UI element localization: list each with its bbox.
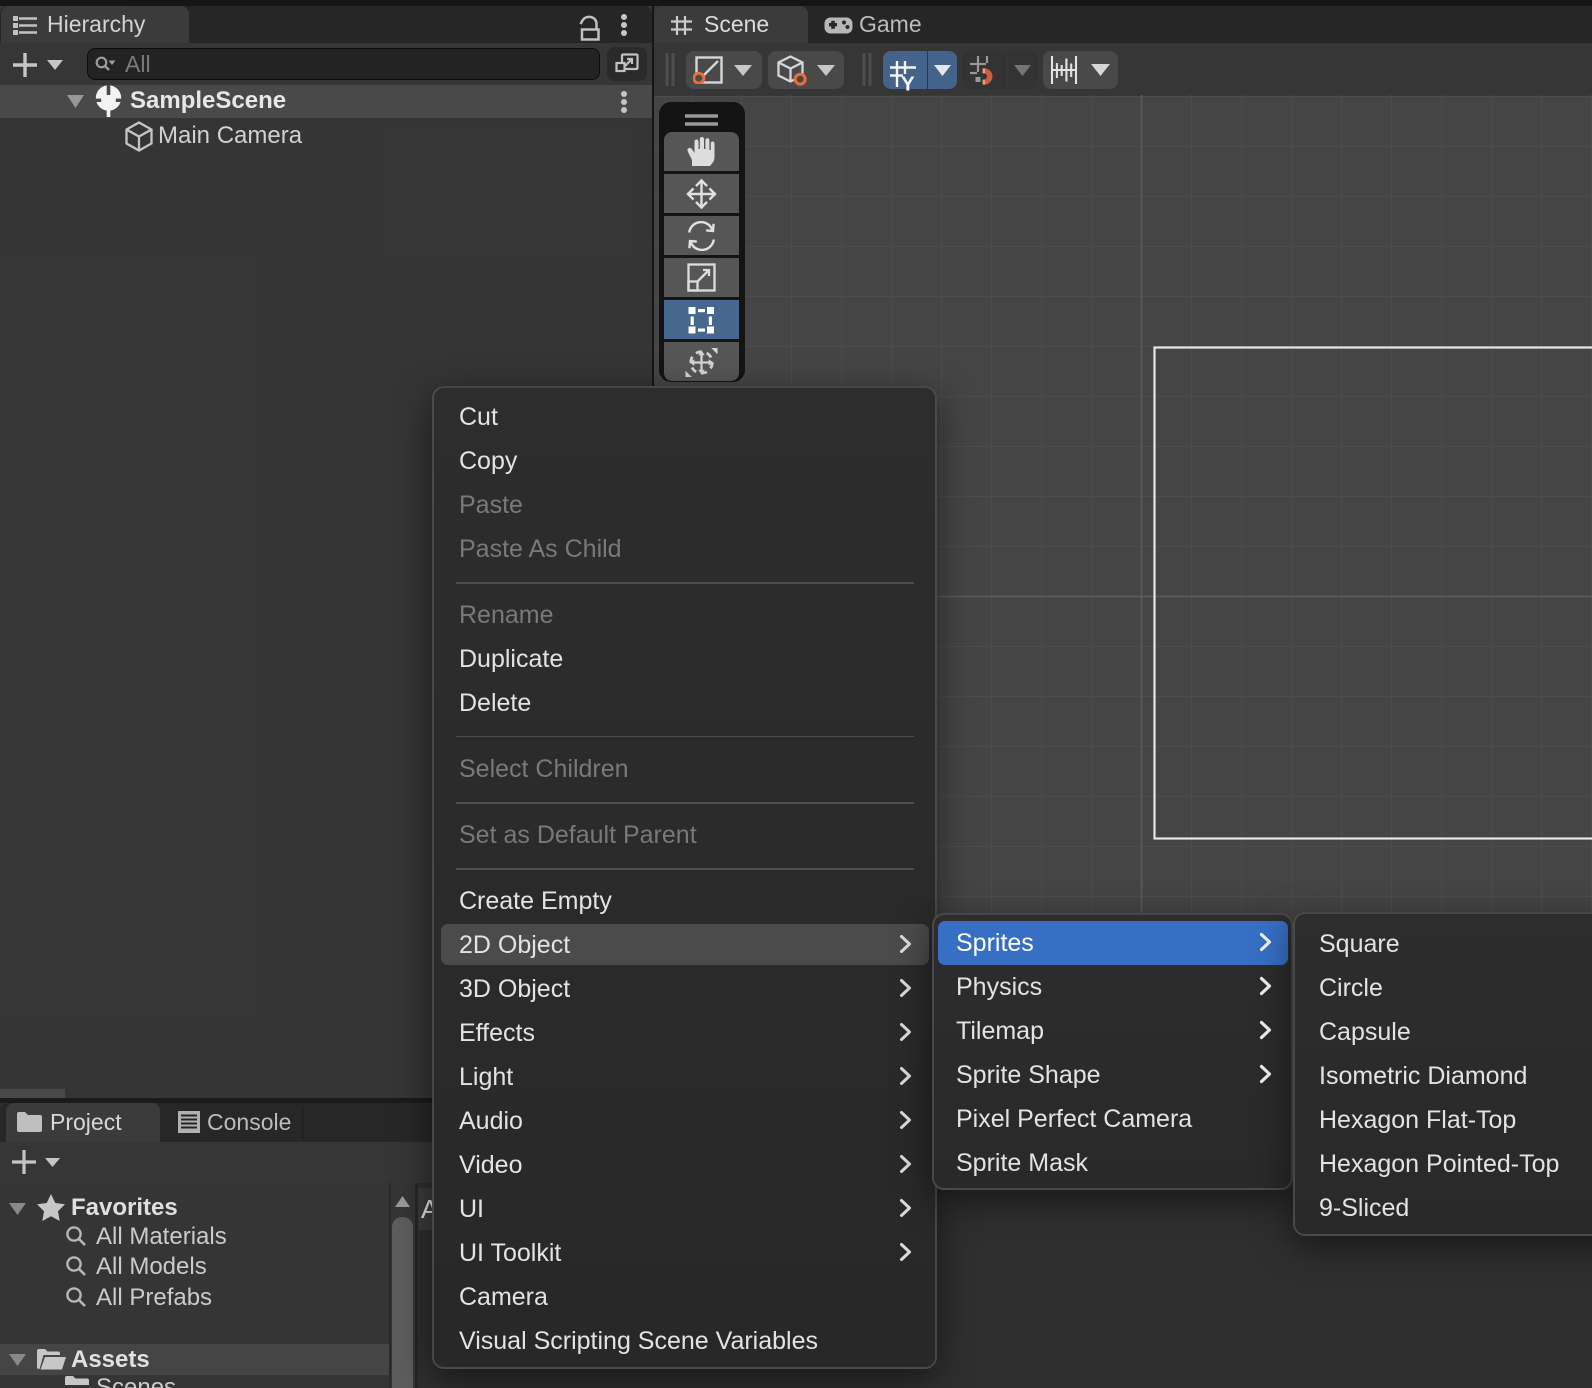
svg-text:Y: Y xyxy=(901,73,915,92)
